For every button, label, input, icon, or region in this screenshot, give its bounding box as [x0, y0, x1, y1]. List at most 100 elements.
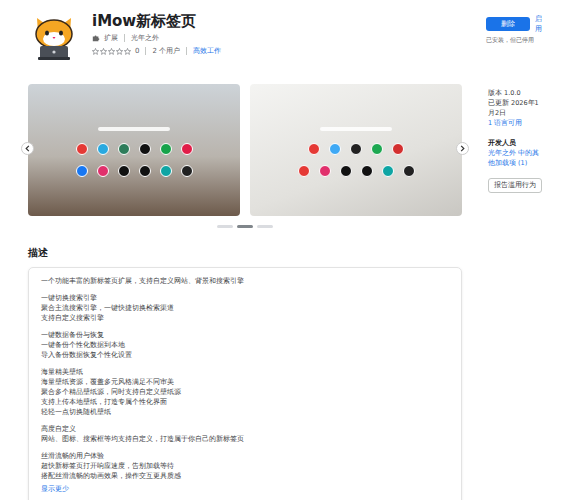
extension-title: iMow新标签页	[92, 12, 486, 30]
carousel-dot[interactable]	[257, 225, 273, 228]
description-paragraph: 高度自定义网站、图标、搜索框等均支持自定义，打造属于你自己的新标签页	[41, 424, 449, 444]
shortcut-icon	[97, 165, 109, 177]
shortcut-icon	[350, 143, 362, 155]
description-line: 一键数据备份与恢复	[41, 330, 449, 340]
description-line: 海量精美壁纸	[41, 367, 449, 377]
shortcut-icon	[181, 143, 193, 155]
shortcut-icon	[160, 143, 172, 155]
extension-info: iMow新标签页 扩展 光年之外 0 2 个用户 高效工作	[92, 10, 486, 56]
chevron-left-icon	[23, 144, 32, 153]
separator	[186, 47, 187, 55]
description-line: 搭配丝滑流畅的动画效果，操作交互更具质感	[41, 471, 449, 481]
description-paragraph: 一键数据备份与恢复一键备份个性化数据到本地导入备份数据恢复个性化设置	[41, 330, 449, 360]
separator	[124, 34, 125, 42]
carousel-dot[interactable]	[237, 225, 253, 228]
developer-heading: 开发人员	[488, 138, 545, 148]
cat-logo-icon	[28, 10, 80, 62]
shortcut-icon	[118, 165, 130, 177]
shortcut-icon	[76, 143, 88, 155]
publisher-name[interactable]: 光年之外	[131, 33, 159, 43]
description-line: 超快新标签页打开响应速度，告别加载等待	[41, 461, 449, 471]
shortcut-row	[76, 143, 193, 155]
description-line: 丝滑流畅的用户体验	[41, 451, 449, 461]
star-icon	[100, 48, 107, 55]
description-paragraph: 海量精美壁纸海量壁纸资源，覆盖多元风格满足不同审美聚合多个精品壁纸源，同时支持自…	[41, 367, 449, 417]
chevron-right-icon	[458, 144, 467, 153]
description-line: 一键切换搜索引擎	[41, 293, 449, 303]
screenshot-strip	[28, 84, 462, 216]
next-button[interactable]	[456, 142, 469, 155]
shortcut-icon	[371, 143, 383, 155]
rating-count: 0	[135, 46, 139, 56]
show-less-link[interactable]: 显示更少	[41, 484, 449, 494]
languages-link[interactable]: 1 语言可用	[488, 118, 545, 128]
enable-link[interactable]: 启用	[535, 14, 545, 34]
shortcut-icon	[118, 143, 130, 155]
extension-actions: 删除 启用 已安装，但已停用	[486, 10, 545, 44]
report-button[interactable]: 报告滥用行为	[488, 178, 542, 193]
updated-date: 已更新 2026年1月2日	[488, 98, 545, 118]
previous-button[interactable]	[21, 142, 34, 155]
shortcut-row	[298, 165, 415, 177]
description-line: 网站、图标、搜索框等均支持自定义，打造属于你自己的新标签页	[41, 434, 449, 444]
shortcut-icon	[403, 165, 415, 177]
description-line: 高度自定义	[41, 424, 449, 434]
shortcut-row	[308, 143, 404, 155]
shortcut-icon	[361, 165, 373, 177]
separator	[145, 47, 146, 55]
description-card: 一个功能丰富的新标签页扩展，支持自定义网站、背景和搜索引擎一键切换搜索引擎聚合主…	[28, 267, 462, 500]
description-line: 轻轻一点切换随机壁纸	[41, 407, 449, 417]
description-line: 聚合主流搜索引擎，一键快捷切换检索渠道	[41, 303, 449, 313]
user-count: 2 个用户	[152, 46, 180, 56]
carousel-dots	[28, 225, 462, 228]
star-rating	[92, 48, 131, 55]
puzzle-icon	[92, 34, 100, 42]
shortcut-icon	[139, 143, 151, 155]
extension-header: iMow新标签页 扩展 光年之外 0 2 个用户 高效工作 删除 启用 已安装，…	[28, 10, 545, 66]
shortcut-icon	[298, 165, 310, 177]
shortcut-icon	[340, 165, 352, 177]
shortcut-icon	[139, 165, 151, 177]
shortcut-icon	[181, 165, 193, 177]
remove-button[interactable]: 删除	[486, 17, 530, 31]
store-page: iMow新标签页 扩展 光年之外 0 2 个用户 高效工作 删除 启用 已安装，…	[0, 0, 545, 500]
rating-row: 0 2 个用户 高效工作	[92, 46, 486, 56]
star-icon	[108, 48, 115, 55]
carousel-dot[interactable]	[217, 225, 233, 228]
action-row: 删除 启用	[486, 14, 545, 34]
developer-link[interactable]: 光年之外 中的其他加载项 (1)	[488, 148, 545, 168]
description-line: 海量壁纸资源，覆盖多元风格满足不同审美	[41, 377, 449, 387]
shortcut-icon	[392, 143, 404, 155]
star-icon	[92, 48, 99, 55]
extension-meta: 扩展 光年之外	[92, 33, 486, 43]
description-paragraph: 丝滑流畅的用户体验超快新标签页打开响应速度，告别加载等待搭配丝滑流畅的动画效果，…	[41, 451, 449, 481]
shortcut-icon	[319, 165, 331, 177]
description-line: 支持上传本地壁纸，打造专属个性化界面	[41, 397, 449, 407]
shortcut-icon	[160, 165, 172, 177]
version: 版本 1.0.0	[488, 88, 545, 98]
star-icon	[116, 48, 123, 55]
shortcut-row	[76, 165, 193, 177]
shortcut-icon	[308, 143, 320, 155]
overview-section: 版本 1.0.0 已更新 2026年1月2日 1 语言可用 开发人员 光年之外 …	[28, 84, 545, 228]
description-paragraph: 一个功能丰富的新标签页扩展，支持自定义网站、背景和搜索引擎	[41, 276, 449, 286]
description-line: 支持自定义搜索引擎	[41, 313, 449, 323]
extension-type: 扩展	[104, 33, 118, 43]
category-link[interactable]: 高效工作	[193, 46, 221, 56]
shortcut-icon	[76, 165, 88, 177]
description-line: 一键备份个性化数据到本地	[41, 340, 449, 350]
search-bar	[98, 127, 170, 131]
description-paragraph: 一键切换搜索引擎聚合主流搜索引擎，一键快捷切换检索渠道支持自定义搜索引擎	[41, 293, 449, 323]
description-line: 一个功能丰富的新标签页扩展，支持自定义网站、背景和搜索引擎	[41, 276, 449, 286]
shortcut-icon	[97, 143, 109, 155]
description-line: 聚合多个精品壁纸源，同时支持自定义壁纸源	[41, 387, 449, 397]
description-line: 导入备份数据恢复个性化设置	[41, 350, 449, 360]
gallery	[28, 84, 462, 228]
install-note: 已安装，但已停用	[486, 37, 534, 44]
screenshot[interactable]	[28, 84, 240, 216]
search-bar	[320, 127, 392, 131]
details-panel: 版本 1.0.0 已更新 2026年1月2日 1 语言可用 开发人员 光年之外 …	[488, 84, 545, 228]
shortcut-icon	[382, 165, 394, 177]
screenshot[interactable]	[250, 84, 462, 216]
shortcut-icon	[329, 143, 341, 155]
